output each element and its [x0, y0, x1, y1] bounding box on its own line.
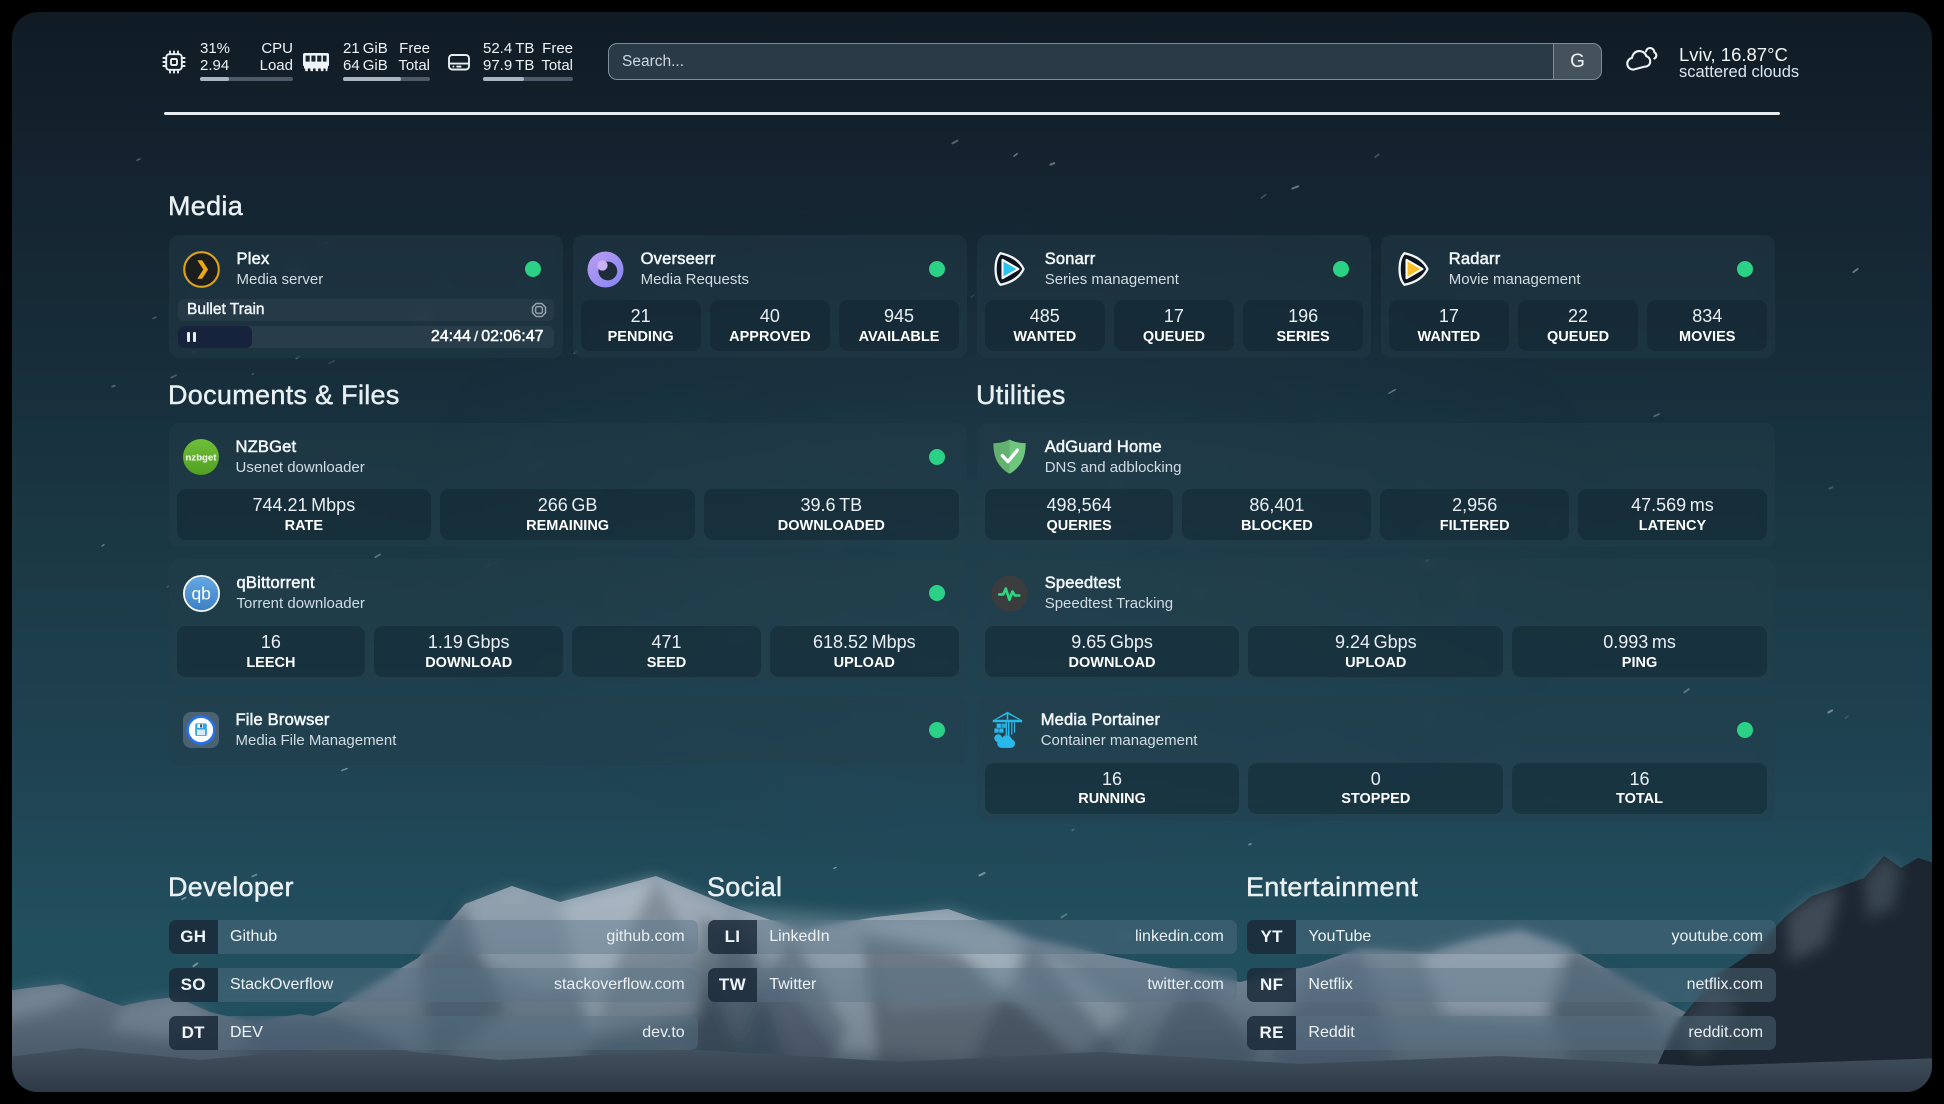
svg-text:qb: qb	[191, 583, 210, 603]
svg-text:nzbget: nzbget	[185, 452, 217, 463]
